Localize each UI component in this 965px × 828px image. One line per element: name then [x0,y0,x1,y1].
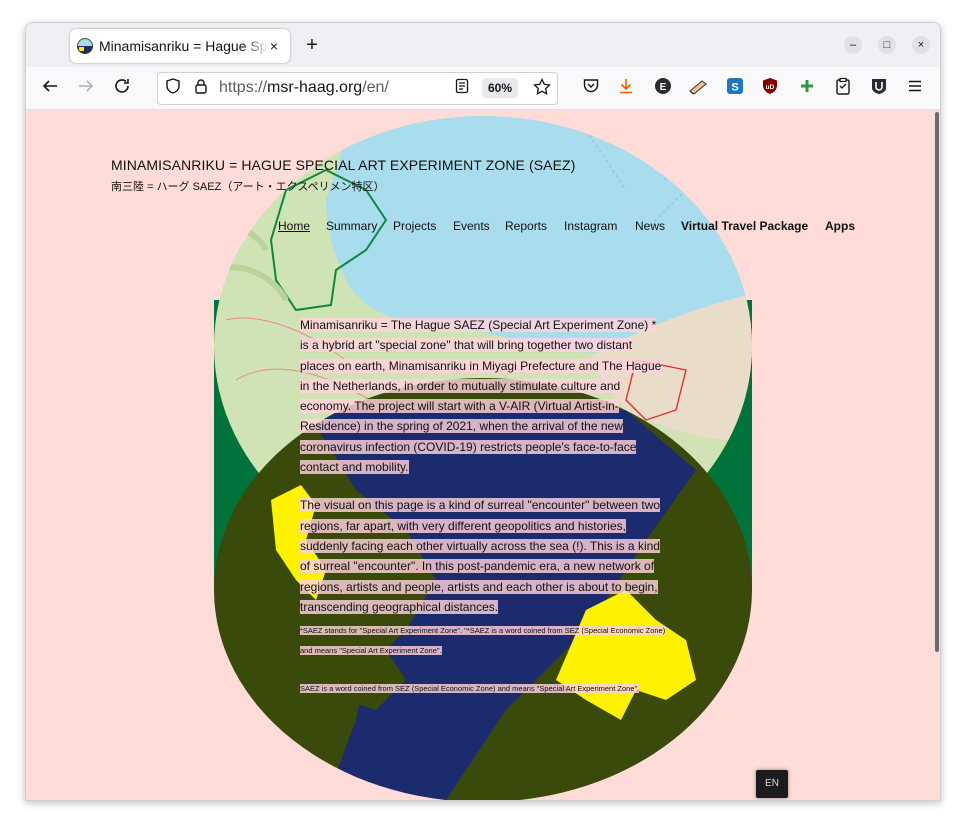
maximize-button[interactable]: □ [878,36,896,54]
nav-news[interactable]: News [635,219,665,233]
footnote-2: SAEZ is a word coined from SEZ (Special … [300,684,640,694]
lock-icon[interactable] [191,78,211,98]
pocket-icon[interactable] [580,77,602,99]
hamburger-menu-icon[interactable] [904,77,926,99]
star-icon[interactable] [532,77,552,98]
url-bar[interactable]: https://msr-haag.org/en/ 60% [157,72,558,105]
nav-apps[interactable]: Apps [825,219,855,233]
shield-icon[interactable] [163,78,183,98]
reload-icon[interactable] [111,77,133,99]
nav-projects[interactable]: Projects [393,219,436,233]
site-title[interactable]: MINAMISANRIKU = HAGUE SPECIAL ART EXPERI… [111,157,575,173]
url-scheme: https:// [219,79,268,96]
language-switch-button[interactable]: EN [756,770,788,798]
minimize-button[interactable]: – [844,36,862,54]
close-window-button[interactable]: × [912,36,930,54]
tab-title: Minamisanriku = Hague Special Art Experi… [99,38,269,54]
intro-paragraph: Minamisanriku = The Hague SAEZ (Special … [300,318,662,475]
nav-summary[interactable]: Summary [326,219,377,233]
zoom-level-button[interactable]: 60% [482,78,519,98]
nav-events[interactable]: Events [453,219,490,233]
new-tab-button[interactable]: + [302,35,322,55]
extension-s-icon[interactable]: S [724,77,746,99]
back-arrow-icon[interactable] [39,77,61,99]
url-text[interactable]: https://msr-haag.org/en/ [219,79,389,97]
page-content: MINAMISANRIKU = HAGUE SPECIAL ART EXPERI… [26,110,940,800]
clipboard-icon[interactable] [832,77,854,99]
site-subtitle: 南三陸 = ハーグ SAEZ（アート・エクスペリメン特区） [111,181,385,193]
extension-pen-icon[interactable] [687,77,709,99]
url-path: /en/ [362,79,389,96]
reader-view-icon[interactable] [452,78,472,98]
tab-close-icon[interactable]: × [266,38,282,54]
nav-home[interactable]: Home [278,219,310,233]
scrollbar-thumb[interactable] [935,112,939,652]
ublock-icon[interactable]: uD [759,77,781,99]
nav-instagram[interactable]: Instagram [564,219,617,233]
visual-paragraph: The visual on this page is a kind of sur… [300,498,661,614]
svg-text:E: E [660,82,667,93]
browser-window: Minamisanriku = Hague Special Art Experi… [25,22,941,801]
svg-text:S: S [731,82,738,94]
download-icon[interactable] [615,77,637,99]
extension-u-icon[interactable] [868,77,890,99]
extension-e-icon[interactable]: E [652,77,674,99]
forward-arrow-icon[interactable] [75,77,97,99]
nav-reports[interactable]: Reports [505,219,547,233]
intro-text: Minamisanriku = The Hague SAEZ (Special … [300,315,668,717]
svg-text:uD: uD [766,84,775,91]
url-host: msr-haag.org [267,79,363,96]
site-favicon-icon [77,38,93,54]
nav-virtual-travel-package[interactable]: Virtual Travel Package [681,219,808,233]
scrollbar[interactable] [932,110,940,800]
extension-plus-icon[interactable] [796,77,818,99]
browser-tab[interactable]: Minamisanriku = Hague Special Art Experi… [70,29,290,63]
tab-strip: Minamisanriku = Hague Special Art Experi… [26,23,940,67]
navigation-toolbar: https://msr-haag.org/en/ 60% E S uD [26,67,940,110]
footnote-1: *SAEZ stands for "Special Art Experiment… [300,626,666,656]
